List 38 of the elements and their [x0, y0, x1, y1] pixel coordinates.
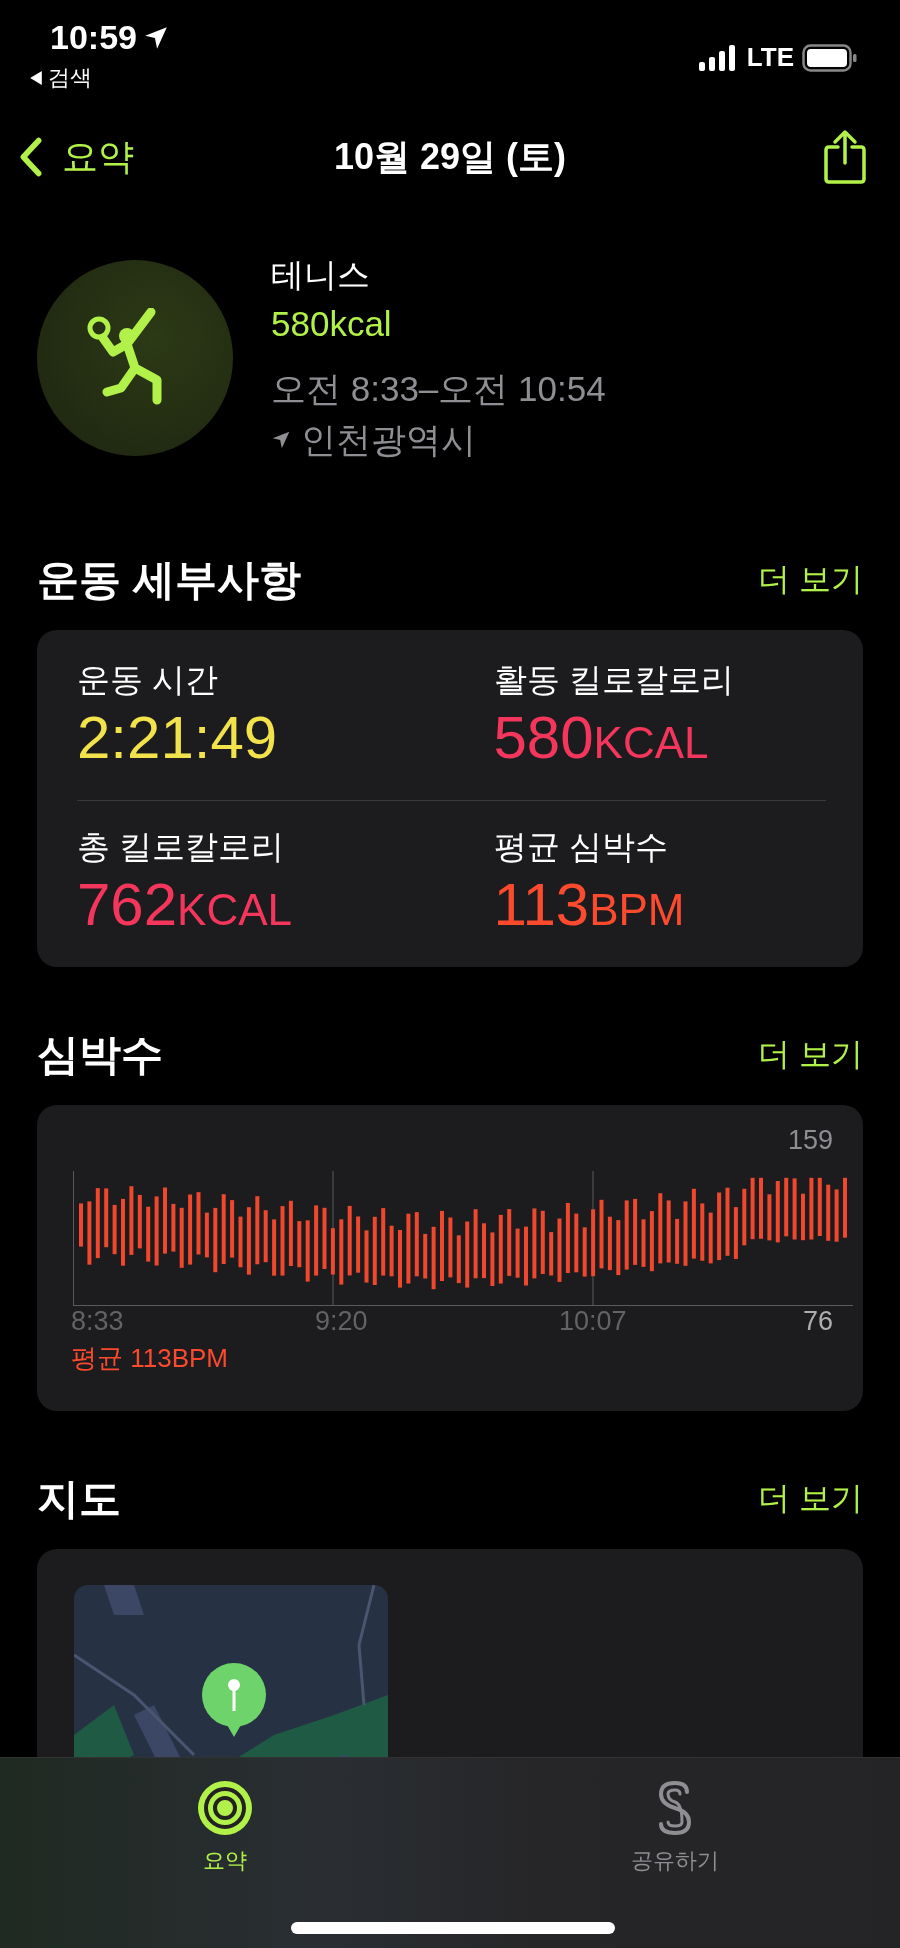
page-title: 10월 29일 (토): [333, 134, 567, 179]
metric-value: 2:21:49: [77, 703, 279, 773]
axis-label: 8:33: [71, 1306, 125, 1337]
share-button[interactable]: [823, 129, 867, 185]
section-title: 지도: [37, 1474, 121, 1524]
tab[interactable]: 요약: [197, 1758, 253, 1876]
axis-label: 9:20: [315, 1306, 369, 1337]
workout-calories: 580kcal: [271, 303, 393, 344]
share-icon: [823, 129, 867, 185]
battery-icon: [802, 43, 858, 72]
metric-value: 113BPM: [493, 870, 686, 940]
metric-label: 운동 시간: [77, 660, 220, 700]
chevron-left-icon: [20, 137, 42, 177]
show-more-link[interactable]: 더 보기: [758, 1477, 863, 1521]
section-title: 심박수: [37, 1030, 163, 1080]
axis-label: 76: [802, 1306, 833, 1337]
axis-label: 159: [787, 1125, 833, 1157]
tab[interactable]: 공유하기: [631, 1758, 719, 1876]
network-label: LTE: [746, 42, 794, 73]
status-time: 10:59: [50, 18, 137, 57]
average-heart-rate: 평균 113BPM: [71, 1342, 229, 1375]
back-to-app-link[interactable]: 검색: [30, 63, 169, 93]
show-more-link[interactable]: 더 보기: [758, 1033, 863, 1077]
rings-icon: [197, 1780, 253, 1836]
show-more-link[interactable]: 더 보기: [758, 558, 863, 602]
workout-time-range: 오전 8:33–오전 10:54: [271, 367, 606, 410]
workout-location: 인천광역시: [301, 418, 476, 461]
metric-value: 580KCAL: [493, 703, 710, 773]
metric-value: 762KCAL: [77, 870, 294, 940]
metric-label: 총 킬로칼로리: [77, 827, 286, 867]
axis-label: 10:07: [558, 1306, 628, 1337]
workout-name: 테니스: [271, 254, 371, 295]
metric-label: 평균 심박수: [493, 827, 669, 867]
metric-label: 활동 킬로칼로리: [493, 660, 735, 700]
back-button[interactable]: 요약: [20, 132, 134, 182]
back-triangle-icon: [30, 71, 42, 85]
section-title: 운동 세부사항: [37, 555, 301, 605]
location-arrow-icon: [271, 430, 291, 450]
